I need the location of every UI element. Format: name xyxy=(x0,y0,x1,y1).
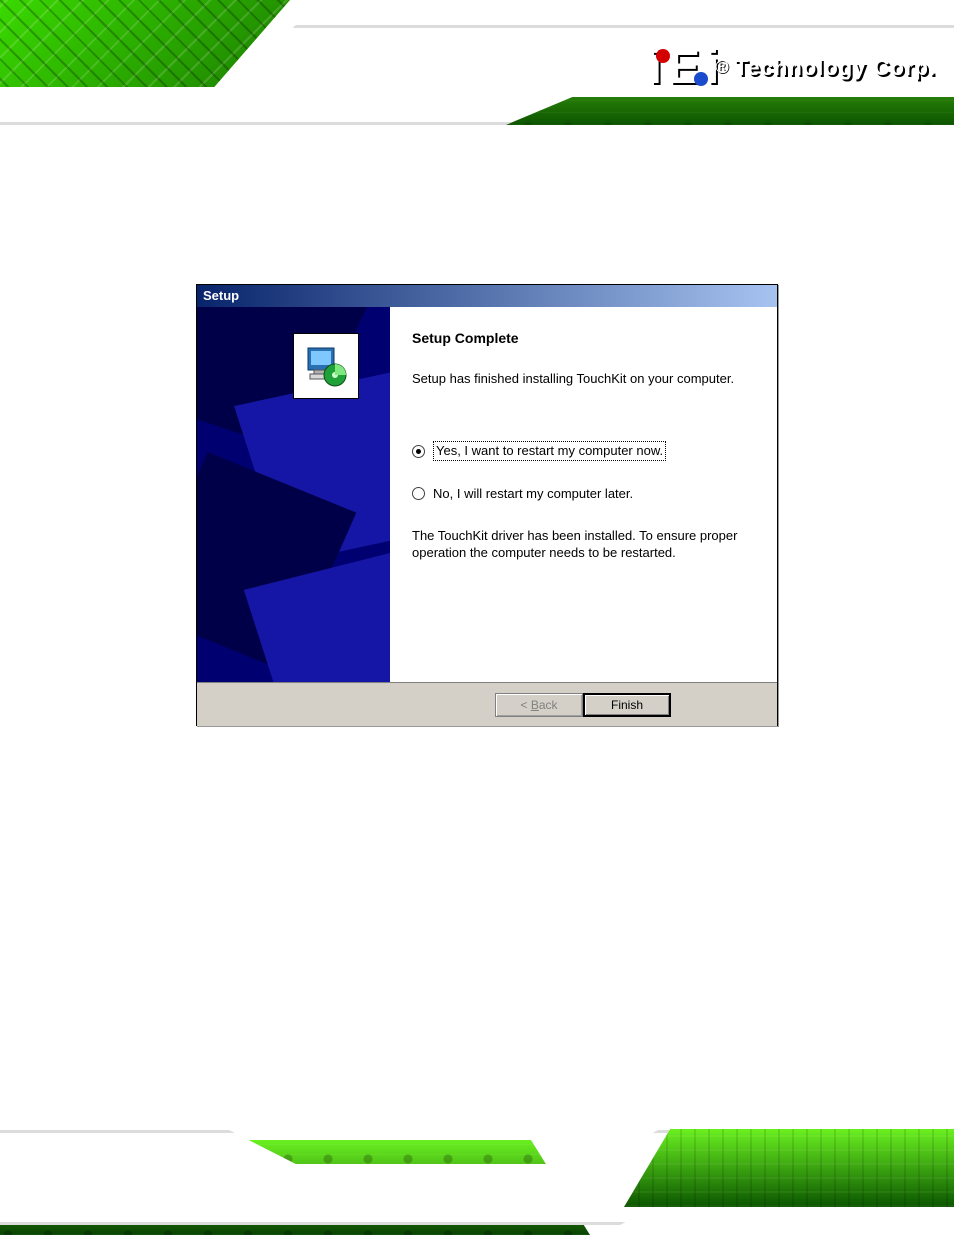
back-button: < Back xyxy=(495,693,583,717)
radio-restart-now[interactable]: Yes, I want to restart my computer now. xyxy=(412,441,751,461)
radio-restart-later-label: No, I will restart my computer later. xyxy=(433,485,633,503)
radio-restart-later[interactable]: No, I will restart my computer later. xyxy=(412,485,751,503)
radio-checked-icon xyxy=(412,445,425,458)
dialog-button-row: < Back Finish xyxy=(197,683,777,726)
restart-radio-group: Yes, I want to restart my computer now. … xyxy=(412,441,751,502)
dialog-body: Setup Complete Setup has finished instal… xyxy=(197,307,777,683)
footer-accent-right xyxy=(624,1129,954,1207)
setup-dialog: Setup Setup Complete Setup has xyxy=(196,284,778,726)
brand-logo: iEi ® Technology Corp. xyxy=(649,40,936,95)
dialog-intro: Setup has finished installing TouchKit o… xyxy=(412,370,751,388)
dialog-content: Setup Complete Setup has finished instal… xyxy=(390,307,777,682)
radio-unchecked-icon xyxy=(412,487,425,500)
finish-button[interactable]: Finish xyxy=(583,693,671,717)
page-header-band: iEi ® Technology Corp. xyxy=(0,0,954,140)
registered-mark: ® xyxy=(715,57,728,78)
installer-icon xyxy=(293,333,359,399)
page-footer-band xyxy=(0,1095,954,1235)
dialog-side-art xyxy=(197,307,390,682)
computer-disc-icon xyxy=(302,342,350,390)
radio-restart-now-label: Yes, I want to restart my computer now. xyxy=(433,441,666,461)
dialog-note: The TouchKit driver has been installed. … xyxy=(412,527,751,562)
dialog-title: Setup xyxy=(203,288,239,303)
brand-text: Technology Corp. xyxy=(735,55,936,81)
dialog-heading: Setup Complete xyxy=(412,329,751,348)
logo-glyph: iEi xyxy=(649,40,716,95)
dialog-titlebar[interactable]: Setup xyxy=(197,285,777,307)
